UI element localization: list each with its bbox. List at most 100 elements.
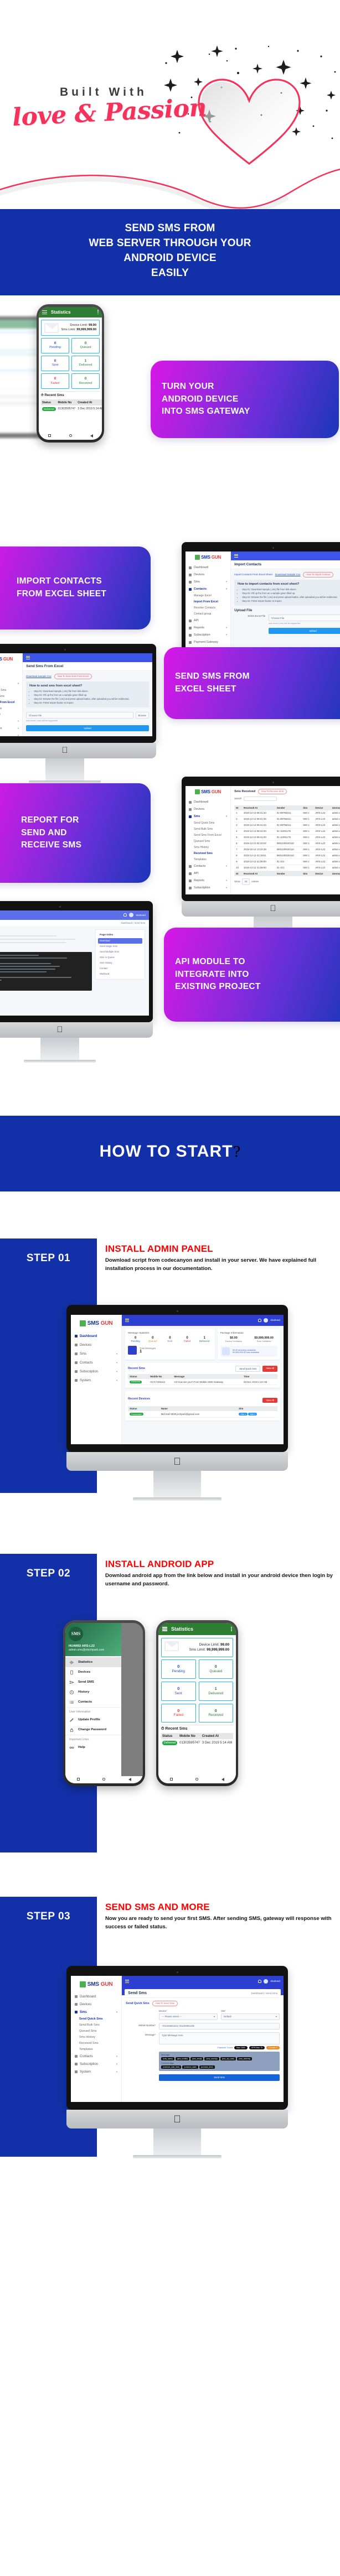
drawer-item-history[interactable]: History <box>65 1687 121 1697</box>
sidebar-item-devices[interactable]: Devices <box>186 571 230 579</box>
sidebar-item-devices[interactable]: Devices <box>0 673 22 680</box>
hamburger-menu-icon[interactable] <box>42 310 47 315</box>
sidebar-sub-send-bulk-sms[interactable]: Send Bulk Sms <box>0 694 22 700</box>
drawer-item-help[interactable]: Help <box>65 1742 121 1752</box>
sidebar-sub-send-sms-from-excel[interactable]: Send Sms From Excel <box>0 700 22 706</box>
avatar[interactable] <box>129 913 134 918</box>
sidebar-sub-send-sms-from-excel[interactable]: Send Sms From Excel <box>186 832 230 839</box>
sidebar-item-sms[interactable]: Sms▾ <box>71 2008 121 2016</box>
sidebar-item-sms[interactable]: Sms▾ <box>186 579 230 586</box>
sidebar-sub-send-quick-sms[interactable]: Send Quick Sms <box>0 688 22 694</box>
sidebar-sub-received-sms[interactable]: Received Sms <box>71 2041 121 2047</box>
sidebar-item-contacts[interactable]: Contacts▾ <box>186 586 230 593</box>
bell-icon[interactable] <box>258 1318 262 1322</box>
sidebar-item-devices[interactable]: Devices <box>71 1341 121 1350</box>
sidebar-item-dashboard[interactable]: Dashboard <box>0 666 22 673</box>
sidebar-toggle-icon[interactable] <box>26 655 30 659</box>
sidebar-item-subscription[interactable]: Subscription▾ <box>71 1367 121 1376</box>
sidebar-item-contacts[interactable]: Contacts▾ <box>71 1359 121 1367</box>
sidebar-item-reports[interactable]: Reports ▾ <box>186 877 230 884</box>
view-all-sms-button[interactable]: View All <box>262 1365 277 1372</box>
home-icon[interactable] <box>102 1778 106 1781</box>
sidebar-toggle-icon[interactable] <box>125 1318 130 1322</box>
drawer-item-send-sms[interactable]: Send SMS <box>65 1677 121 1687</box>
sidebar-item-dashboard[interactable]: Dashboard <box>71 1993 121 2001</box>
sidebar-item-devices[interactable]: Devices <box>186 806 230 813</box>
index-item-contact[interactable]: Contact <box>98 966 142 971</box>
index-item-webhook[interactable]: Webhook <box>98 971 142 977</box>
sidebar-item-sms[interactable]: Sms▾ <box>0 680 22 688</box>
file-input[interactable]: Choose File <box>26 712 133 719</box>
tag-chip[interactable]: {sms_address} <box>237 2057 253 2060</box>
index-item-send-multiple[interactable]: Send Multiple Sms <box>98 949 142 955</box>
sidebar-item-system[interactable]: System▾ <box>71 2068 121 2076</box>
send-sms-button[interactable]: Send Sms <box>159 2074 280 2081</box>
tag-chip[interactable]: {sms_mobile} <box>175 2057 190 2060</box>
how-to-import-badge[interactable]: How To Import Contact <box>303 571 333 577</box>
mobile-number-input[interactable]: +01234801234,+01234801235 <box>159 2022 280 2029</box>
back-icon[interactable] <box>128 1777 132 1781</box>
sidebar-sub-resolve-contacts[interactable]: Resolve Contacts <box>186 605 230 611</box>
sidebar-item-contacts[interactable]: Contacts▾ <box>71 2053 121 2060</box>
sidebar-item-subscription[interactable]: Subscription▾ <box>186 632 230 639</box>
sidebar-item-contacts[interactable]: Contacts▾ <box>186 863 230 870</box>
sidebar-item-reports[interactable]: Reports ▾ <box>186 625 230 632</box>
drawer-item-contacts[interactable]: Contacts <box>65 1697 121 1707</box>
sidebar-item-subscription[interactable]: Subscription▾ <box>186 884 230 892</box>
sidebar-item-dashboard[interactable]: Dashboard <box>71 1332 121 1341</box>
index-item-send-single[interactable]: Send Single Sms <box>98 944 142 949</box>
sidebar-item-system[interactable]: System▾ <box>0 732 22 736</box>
recents-icon[interactable] <box>76 1778 80 1781</box>
tag-chip[interactable]: {sms_country} <box>204 2057 219 2060</box>
drawer-item-update-profile[interactable]: Update Profile <box>65 1715 121 1725</box>
browse-button[interactable]: Browse <box>135 712 149 719</box>
bell-icon[interactable] <box>123 913 127 917</box>
recents-icon[interactable] <box>48 434 51 438</box>
download-sample-link[interactable]: Download Sample Csv <box>275 573 301 576</box>
index-item-sms-in-queue[interactable]: Sms In Queue <box>98 955 142 960</box>
drawer-scrim[interactable] <box>121 1622 143 1783</box>
sidebar-sub-queued-sms[interactable]: Queued Sms <box>186 839 230 845</box>
sidebar-sub-manage-excel[interactable]: Manage Excel <box>186 593 230 599</box>
upload-button[interactable]: Upload <box>269 628 340 634</box>
sidebar-item-subscription[interactable]: Subscription▾ <box>0 725 22 732</box>
sidebar-item-sms[interactable]: Sms▾ <box>186 813 230 820</box>
sidebar-sub-send-quick-sms[interactable]: Send Quick Sms <box>186 820 230 826</box>
avatar[interactable] <box>264 1318 269 1323</box>
home-icon[interactable] <box>195 1778 199 1781</box>
tag-chip[interactable]: {common_time} <box>199 2065 215 2069</box>
back-icon[interactable] <box>221 1777 225 1781</box>
hamburger-menu-icon[interactable] <box>162 1627 167 1631</box>
sidebar-item-dashboard[interactable]: Dashboard <box>186 564 230 571</box>
sidebar-item-dashboard[interactable]: Dashboard <box>186 799 230 806</box>
sidebar-toggle-icon[interactable] <box>125 1979 130 1983</box>
drawer-item-devices[interactable]: Devices <box>65 1667 121 1677</box>
tag-chip[interactable]: {common_date} <box>182 2065 198 2069</box>
home-icon[interactable] <box>69 434 72 438</box>
sidebar-sub-sms-history[interactable]: Sms History <box>186 845 230 851</box>
tag-chip[interactable]: {common_date_time} <box>161 2065 182 2069</box>
sidebar-sub-send-quick-sms[interactable]: Send Quick Sms <box>71 2016 121 2022</box>
sidebar-sub-sms-history[interactable]: Sms History <box>0 712 22 718</box>
how-to-send-sms-badge[interactable]: How To Send Sms <box>152 2000 178 2006</box>
entries-select[interactable]: 10 <box>241 878 250 885</box>
sidebar-sub-queued-sms[interactable]: Queued Sms <box>0 706 22 712</box>
back-icon[interactable] <box>90 434 93 438</box>
tag-chip[interactable]: {sms_email} <box>190 2057 204 2060</box>
sidebar-item-api[interactable]: API <box>186 617 230 625</box>
sidebar-sub-send-bulk-sms[interactable]: Send Bulk Sms <box>71 2022 121 2028</box>
sidebar-sub-queued-sms[interactable]: Queued Sms <box>71 2028 121 2034</box>
sidebar-item-sms[interactable]: Sms▾ <box>71 1350 121 1359</box>
index-item-sms-history[interactable]: Sms History <box>98 960 142 966</box>
drawer-item-change-password[interactable]: Change Password <box>65 1725 121 1735</box>
sidebar-item-devices[interactable]: Devices <box>71 2001 121 2008</box>
overflow-menu-icon[interactable] <box>97 310 99 315</box>
overflow-menu-icon[interactable] <box>231 1626 232 1631</box>
sidebar-item-contacts[interactable]: Contacts▾ <box>0 718 22 725</box>
sidebar-sub-send-bulk-sms[interactable]: Send Bulk Sms <box>186 826 230 832</box>
tag-chip[interactable]: {sms_name} <box>161 2057 174 2060</box>
avatar[interactable] <box>264 1979 269 1984</box>
tag-chip[interactable]: {sms_zip_code} <box>220 2057 236 2060</box>
recents-icon[interactable] <box>169 1778 173 1781</box>
view-all-devices-button[interactable]: View All <box>262 1398 277 1403</box>
